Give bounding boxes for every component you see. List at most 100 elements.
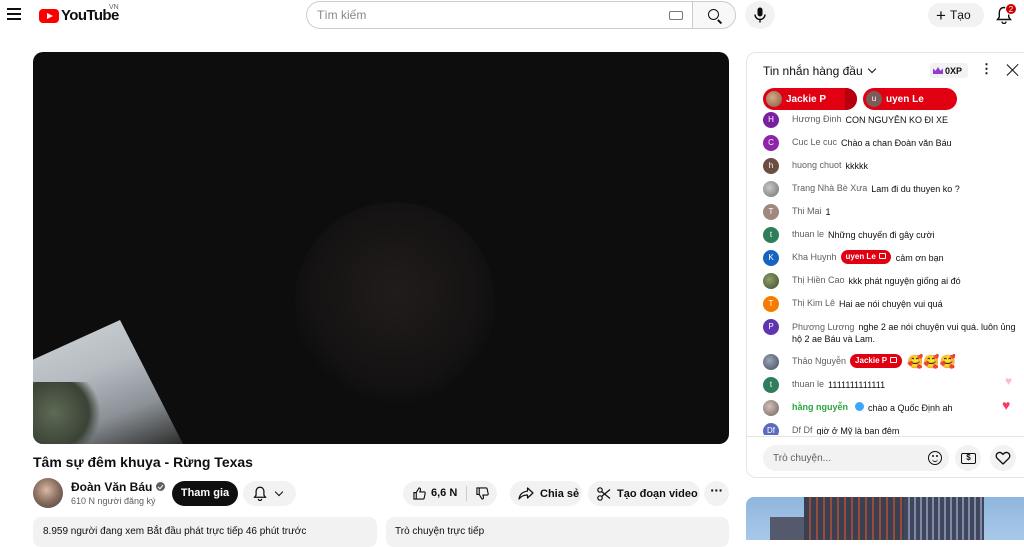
youtube-logo[interactable]: YouTube [39,7,119,24]
chat-message[interactable]: C Cuc Le cuc Chào a chan Đoàn văn Báu [763,135,1019,151]
chat-header: Tin nhắn hàng đầu 0XP ⋮ [747,53,1024,87]
close-icon[interactable] [1006,63,1019,76]
chat-input[interactable] [763,445,949,471]
author-name: thuan le [792,379,825,389]
author-name: Phương Lương [792,322,855,332]
search-input[interactable] [317,8,617,22]
like-count[interactable]: 6,6 N [431,487,457,499]
channel-avatar[interactable] [33,478,63,508]
author-avatar: C [763,135,779,151]
message-text: kkkkk [845,161,869,171]
more-vert-icon[interactable]: ⋮ [980,62,993,75]
super-chat-button[interactable]: $ [955,445,981,471]
recommended-video-thumbnail[interactable] [746,497,1024,540]
thumb-building [904,497,984,540]
message-text: 1 [825,207,831,217]
scissors-icon [597,486,611,501]
author-avatar: Df [763,423,779,435]
message-text: giờ ở Mỹ là ban đêm [816,426,900,435]
live-chat-toggle[interactable]: Trò chuyện trực tiếp [386,517,729,547]
author-name: Thảo Nguyễn [792,356,847,366]
chat-message[interactable]: t thuan le Những chuyến đi gây cười [763,227,1019,243]
bell-icon [253,486,267,501]
mention-chip[interactable]: uyen Le [840,250,891,264]
chevron-down-icon [867,64,876,74]
chat-bubble-icon [890,357,898,363]
crown-icon [933,67,943,74]
chat-message[interactable]: T Thị Kim Lê Hai ae nói chuyện vui quá [763,296,1019,312]
region-code: VN [109,4,119,11]
thumbs-down-icon[interactable] [476,487,489,500]
author-avatar [763,354,779,370]
author-avatar [763,400,779,416]
search-icon [708,9,719,20]
clip-label: Tạo đoạn video [617,487,698,500]
author-avatar: H [763,112,779,128]
chat-message[interactable]: Thị Hiền Cao kkk phát nguyện giống ai đó [763,273,1019,289]
youtube-play-icon [39,8,59,23]
message-text: Lam đi du thuyen ko ? [871,184,960,194]
join-button[interactable]: Tham gia [172,481,238,506]
author-avatar: t [763,227,779,243]
search-button[interactable] [692,1,736,29]
thumb-building [804,497,904,540]
message-text: cảm ơn bạn [895,253,944,263]
clip-button[interactable]: Tạo đoạn video [588,481,700,506]
reaction-button[interactable] [990,445,1016,471]
mention-name: Jackie P [855,356,888,365]
ticker-item[interactable]: u uyen Le [863,88,957,110]
top-bar: YouTube VN + Tạo 2 [0,0,1024,32]
channel-name-text[interactable]: Đoàn Văn Báu [71,480,152,494]
money-icon: $ [961,453,976,464]
chat-message[interactable]: Thảo Nguyễn Jackie P 🥰🥰🥰 [763,354,1019,370]
video-title: Tâm sự đêm khuya - Rừng Texas [33,454,253,470]
chat-message[interactable]: P Phương Lương nghe 2 ae nói chuyện vui q… [763,319,1019,345]
author-name: Thị Kim Lê [792,298,836,308]
chat-message[interactable]: t thuan le 1111111111111 [763,377,1019,393]
author-name: Thị Hiền Cao [792,275,845,285]
author-avatar: t [763,377,779,393]
menu-icon[interactable] [7,8,21,20]
mention-chip[interactable]: Jackie P [850,354,903,368]
chat-message-list[interactable]: H Hương Đinh CON NGUYÊN KO ĐI XE C Cuc L… [747,111,1024,435]
chat-message[interactable]: K Kha Huynh uyen Le cảm ơn bạn [763,250,1019,266]
xp-badge[interactable]: 0XP [930,63,968,78]
video-info-box[interactable]: 8.959 người đang xem Bắt đầu phát trực t… [33,517,377,547]
chat-input-row: $ [747,436,1024,477]
chat-message[interactable]: Df Df Df giờ ở Mỹ là ban đêm [763,423,1019,435]
voice-search-button[interactable] [745,1,775,29]
author-avatar: P [763,319,779,335]
author-avatar: h [763,158,779,174]
chat-message[interactable]: Trang Nhà Bè Xưa Lam đi du thuyen ko ? [763,181,1019,197]
ticker-name: uyen Le [886,93,924,105]
thumb-building [770,517,806,540]
chat-mode-dropdown[interactable]: Tin nhắn hàng đầu [763,64,876,78]
share-label: Chia sẻ [540,487,580,500]
like-dislike-group: 6,6 N [403,481,497,506]
keyboard-icon[interactable] [669,11,683,20]
message-text: Hai ae nói chuyện vui quá [839,299,943,309]
emoji-icon[interactable] [928,451,942,465]
author-name: Kha Huynh [792,252,837,262]
live-chat-label: Trò chuyện trực tiếp [395,526,485,537]
create-label: Tạo [949,8,971,22]
chat-message[interactable]: H Hương Đinh CON NGUYÊN KO ĐI XE [763,112,1019,128]
channel-name[interactable]: Đoàn Văn Báu [71,480,166,494]
subscription-notification-button[interactable] [243,481,296,506]
thumbs-up-icon[interactable] [413,487,426,500]
ticker-name: Jackie P [786,93,827,105]
share-button[interactable]: Chia sẻ [510,481,582,506]
author-name: Trang Nhà Bè Xưa [792,183,868,193]
chat-message[interactable]: T Thi Mai 1 [763,204,1019,220]
message-body: Phương Lương nghe 2 ae nói chuyện vui quá… [792,321,1019,345]
ticker-item[interactable]: Jackie P [763,88,857,110]
chat-bubble-icon [878,253,886,259]
chat-message[interactable]: h huong chuot kkkkk [763,158,1019,174]
message-text: Những chuyến đi gây cười [828,230,935,240]
video-frame-foliage [33,382,103,444]
create-button[interactable]: + Tạo [928,3,984,27]
author-name: thuan le [792,229,825,239]
video-player[interactable] [33,52,729,444]
chat-message[interactable]: hằng nguyễn chào a Quốc Định ah [763,400,1019,416]
more-actions-button[interactable]: ··· [704,481,729,506]
